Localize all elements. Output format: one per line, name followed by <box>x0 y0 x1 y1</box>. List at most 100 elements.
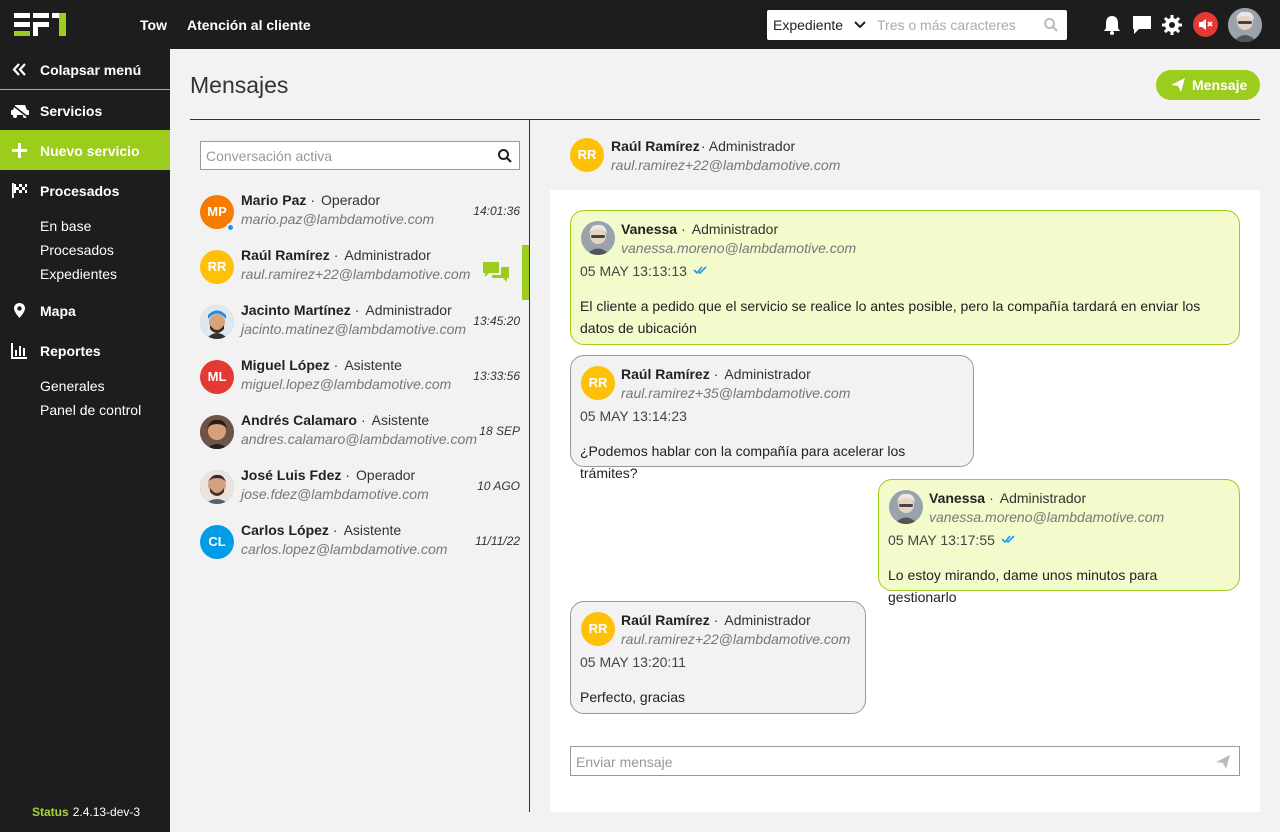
message-composer <box>570 746 1240 776</box>
sender-role: Administrador <box>714 366 811 382</box>
sidebar: Colapsar menú Servicios Nuevo servicio P… <box>0 49 170 832</box>
contact-role: Asistente <box>361 412 429 428</box>
send-icon[interactable] <box>1215 754 1231 770</box>
new-message-button[interactable]: Mensaje <box>1156 70 1260 100</box>
contact-name: Raúl RamírezAdministrador <box>241 247 431 263</box>
sender-email: vanessa.moreno@lambdamotive.com <box>929 509 1165 525</box>
sidebar-item-procesados[interactable]: Procesados <box>0 170 170 210</box>
conversation-time: 13:45:20 <box>473 314 520 328</box>
chat-contact-role: · Administrador <box>701 138 796 154</box>
message-date: 05 MAY 13:20:11 <box>580 654 686 670</box>
contact-role: Operador <box>310 192 380 208</box>
conversation-item[interactable]: Jacinto MartínezAdministrador jacinto.mat… <box>190 300 529 355</box>
contact-email: raul.ramirez+22@lambdamotive.com <box>241 266 471 282</box>
contact-role: Asistente <box>334 357 402 373</box>
collapse-menu-button[interactable]: Colapsar menú <box>0 49 170 90</box>
online-status-dot <box>226 223 235 232</box>
sender-name: VanessaAdministrador <box>929 490 1086 506</box>
sender-name: Raúl RamírezAdministrador <box>621 366 811 382</box>
search-type-select[interactable]: Expediente <box>773 17 843 33</box>
conversation-item[interactable]: José Luis FdezOperador jose.fdez@lambdamo… <box>190 465 529 520</box>
conversation-item[interactable]: ML Miguel LópezAsistente miguel.lopez@lamb… <box>190 355 529 410</box>
sidebar-item-nuevo-servicio[interactable]: Nuevo servicio <box>0 130 170 170</box>
chevron-down-icon[interactable] <box>853 18 867 32</box>
status-label: Status <box>32 805 69 819</box>
search-input[interactable] <box>877 14 1037 36</box>
app-status: Status 2.4.13-dev-3 <box>32 805 140 819</box>
message-bubble: VanessaAdministrador vanessa.moreno@lambd… <box>570 210 1240 345</box>
sender-name: Raúl RamírezAdministrador <box>621 612 811 628</box>
chat-avatar: RR <box>570 138 604 172</box>
sidebar-item-label: Servicios <box>40 103 103 119</box>
message-bubble: RR Raúl RamírezAdministrador raul.ramirez+… <box>570 601 866 714</box>
contact-email: miguel.lopez@lambdamotive.com <box>241 376 452 392</box>
conversation-search-input[interactable] <box>206 146 486 166</box>
double-chevron-left-icon <box>12 63 26 76</box>
new-message-label: Mensaje <box>1192 77 1248 93</box>
message-text: Lo estoy mirando, dame unos minutos para… <box>888 567 1158 605</box>
bar-chart-icon <box>11 343 27 359</box>
sidebar-item-reportes[interactable]: Reportes <box>0 330 170 370</box>
conversation-item[interactable]: Andrés CalamaroAsistente andres.calamaro@… <box>190 410 529 465</box>
sidebar-subitem-en-base[interactable]: En base <box>40 218 91 234</box>
divider <box>529 120 530 812</box>
nav-atencion-cliente[interactable]: Atención al cliente <box>187 17 311 33</box>
sidebar-item-label: Procesados <box>40 183 120 199</box>
contact-name: José Luis FdezOperador <box>241 467 415 483</box>
sender-avatar: RR <box>581 612 615 646</box>
sidebar-item-servicios[interactable]: Servicios <box>0 90 170 130</box>
read-check-icon <box>1001 535 1015 544</box>
message-input[interactable] <box>576 752 1196 772</box>
sound-muted-icon[interactable] <box>1193 12 1218 37</box>
sender-email: raul.ramirez+22@lambdamotive.com <box>621 631 851 647</box>
gear-icon[interactable] <box>1161 14 1183 36</box>
contact-avatar <box>200 415 234 449</box>
message-text: El cliente a pedido que el servicio se r… <box>580 298 1201 336</box>
sidebar-item-label: Nuevo servicio <box>40 143 140 159</box>
sidebar-item-mapa[interactable]: Mapa <box>0 290 170 330</box>
sender-name: VanessaAdministrador <box>621 221 778 237</box>
nav-tow[interactable]: Tow <box>140 17 167 33</box>
app-logo[interactable] <box>14 13 66 37</box>
sender-avatar <box>889 490 923 524</box>
conversation-time: 14:01:36 <box>473 204 520 218</box>
message-date: 05 MAY 13:17:55 <box>888 532 1015 548</box>
contact-email: andres.calamaro@lambdamotive.com <box>241 431 477 447</box>
active-conversation-indicator <box>522 245 529 300</box>
message-bubble: RR Raúl RamírezAdministrador raul.ramirez+… <box>570 355 974 481</box>
conversation-item[interactable]: MPMario PazOperadormario.paz@lambdamotiv… <box>190 190 529 245</box>
sidebar-subitem-panel-control[interactable]: Panel de control <box>40 402 141 418</box>
bell-icon[interactable] <box>1101 14 1123 36</box>
flag-icon <box>12 183 27 198</box>
message-text: ¿Podemos hablar con la compañía para ace… <box>580 443 906 481</box>
map-pin-icon <box>14 303 25 318</box>
collapse-menu-label: Colapsar menú <box>40 62 142 78</box>
contact-avatar: RR <box>200 250 234 284</box>
car-icon <box>10 102 30 119</box>
contact-avatar: ML <box>200 360 234 394</box>
contact-role: Administrador <box>334 247 431 263</box>
search-icon[interactable] <box>1043 17 1059 33</box>
contact-name: Mario PazOperador <box>241 192 380 208</box>
sender-email: vanessa.moreno@lambdamotive.com <box>621 240 857 256</box>
sidebar-subitem-expedientes[interactable]: Expedientes <box>40 266 117 282</box>
chat-bubbles-icon <box>483 262 509 282</box>
search-icon[interactable] <box>497 148 513 164</box>
conversation-time: 18 SEP <box>479 424 520 438</box>
sidebar-subitem-generales[interactable]: Generales <box>40 378 105 394</box>
conversation-item[interactable]: RR Raúl RamírezAdministrador raul.ramirez+… <box>190 245 529 300</box>
chat-contact-email: raul.ramirez+22@lambdamotive.com <box>611 157 841 173</box>
contact-email: carlos.lopez@lambdamotive.com <box>241 541 448 557</box>
status-version: 2.4.13-dev-3 <box>72 805 141 819</box>
sender-role: Administrador <box>714 612 811 628</box>
send-icon <box>1171 78 1185 92</box>
chat-icon[interactable] <box>1131 14 1153 36</box>
plus-icon <box>12 143 27 158</box>
conversation-time: 11/11/22 <box>475 534 520 548</box>
sidebar-subitem-procesados[interactable]: Procesados <box>40 242 114 258</box>
contact-avatar: CL <box>200 525 234 559</box>
contact-email: mario.paz@lambdamotive.com <box>241 211 435 227</box>
divider <box>190 119 1260 120</box>
conversation-item[interactable]: CL Carlos LópezAsistente carlos.lopez@lamb… <box>190 520 529 575</box>
user-avatar[interactable] <box>1228 8 1262 42</box>
